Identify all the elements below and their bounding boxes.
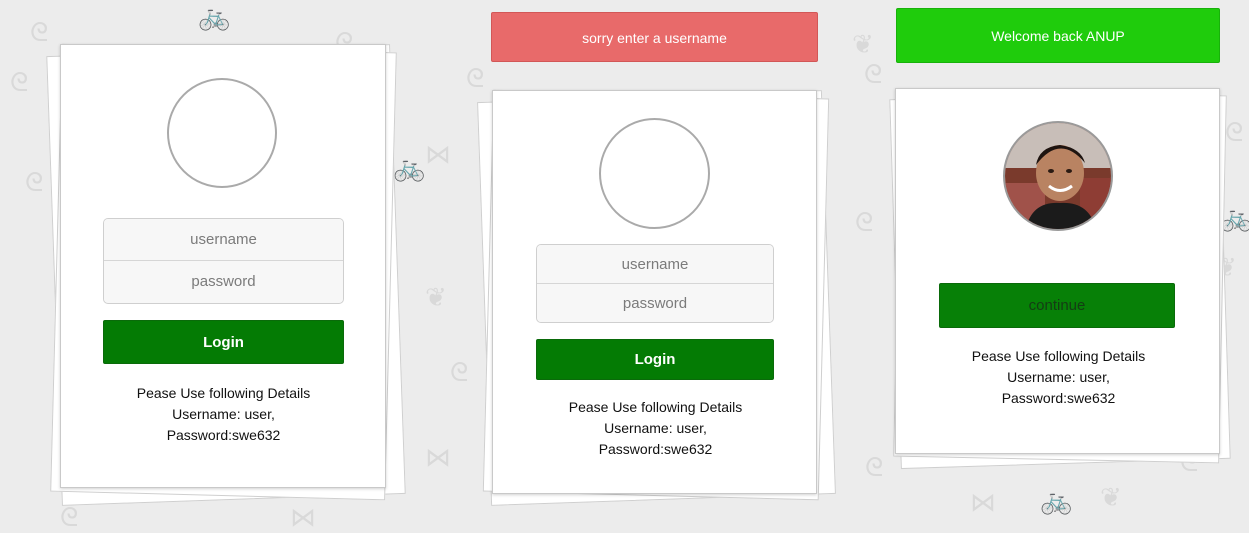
welcome-card: continue Pease Use following Details Use… bbox=[895, 88, 1220, 454]
bowtie-doodle-icon: ⋈ bbox=[425, 443, 451, 473]
username-input[interactable] bbox=[104, 219, 343, 260]
pipe-doodle-icon: ᘓ bbox=[25, 168, 44, 198]
hint-line-1: Pease Use following Details bbox=[136, 385, 311, 401]
pipe-doodle-icon: ᘓ bbox=[865, 453, 884, 483]
pipe-doodle-icon: ᘓ bbox=[466, 64, 485, 94]
bowtie-doodle-icon: ⋈ bbox=[290, 503, 316, 533]
bowtie-doodle-icon: ⋈ bbox=[970, 488, 996, 518]
pipe-doodle-icon: ᘓ bbox=[60, 503, 79, 533]
pipe-doodle-icon: ᘓ bbox=[864, 60, 883, 90]
hint-password: Password:swe632 bbox=[166, 427, 281, 443]
login-button[interactable]: Login bbox=[103, 320, 344, 364]
login-hint-text: Pease Use following Details Username: us… bbox=[81, 383, 366, 446]
leaf-doodle-icon: ❦ bbox=[852, 30, 874, 60]
user-photo bbox=[1003, 121, 1113, 231]
hint-line-1: Pease Use following Details bbox=[568, 399, 743, 415]
leaf-doodle-icon: ❦ bbox=[425, 283, 447, 313]
credentials-form bbox=[536, 244, 774, 323]
user-photo-image bbox=[1005, 123, 1111, 229]
login-card: Login Pease Use following Details Userna… bbox=[492, 90, 817, 494]
password-input[interactable] bbox=[104, 261, 343, 302]
bowtie-doodle-icon: ⋈ bbox=[425, 140, 451, 170]
user-avatar-placeholder-icon bbox=[599, 118, 710, 229]
password-input[interactable] bbox=[537, 284, 773, 322]
pipe-doodle-icon: ᘓ bbox=[30, 18, 49, 48]
pipe-doodle-icon: ᘓ bbox=[10, 68, 29, 98]
login-button[interactable]: Login bbox=[536, 339, 774, 380]
pipe-doodle-icon: ᘓ bbox=[855, 208, 874, 238]
continue-button[interactable]: continue bbox=[939, 283, 1175, 328]
hint-password: Password:swe632 bbox=[598, 441, 713, 457]
hint-line-1: Pease Use following Details bbox=[971, 348, 1146, 364]
username-input[interactable] bbox=[537, 245, 773, 283]
bicycle-doodle-icon: 🚲 bbox=[1040, 486, 1073, 516]
login-hint-text: Pease Use following Details Username: us… bbox=[513, 397, 798, 460]
leaf-doodle-icon: ❦ bbox=[1100, 483, 1122, 513]
bicycle-doodle-icon: 🚲 bbox=[198, 2, 231, 32]
error-alert: sorry enter a username bbox=[491, 12, 818, 62]
bicycle-doodle-icon: 🚲 bbox=[393, 153, 426, 183]
login-card: Login Pease Use following Details Userna… bbox=[60, 44, 386, 488]
hint-username: Username: user, bbox=[172, 406, 275, 422]
success-alert: Welcome back ANUP bbox=[896, 8, 1220, 63]
hint-username: Username: user, bbox=[1007, 369, 1110, 385]
hint-username: Username: user, bbox=[604, 420, 707, 436]
credentials-form bbox=[103, 218, 344, 304]
user-avatar-placeholder-icon bbox=[167, 78, 277, 188]
login-hint-text: Pease Use following Details Username: us… bbox=[916, 346, 1201, 409]
pipe-doodle-icon: ᘓ bbox=[1225, 118, 1244, 148]
hint-password: Password:swe632 bbox=[1001, 390, 1116, 406]
pipe-doodle-icon: ᘓ bbox=[450, 358, 469, 388]
